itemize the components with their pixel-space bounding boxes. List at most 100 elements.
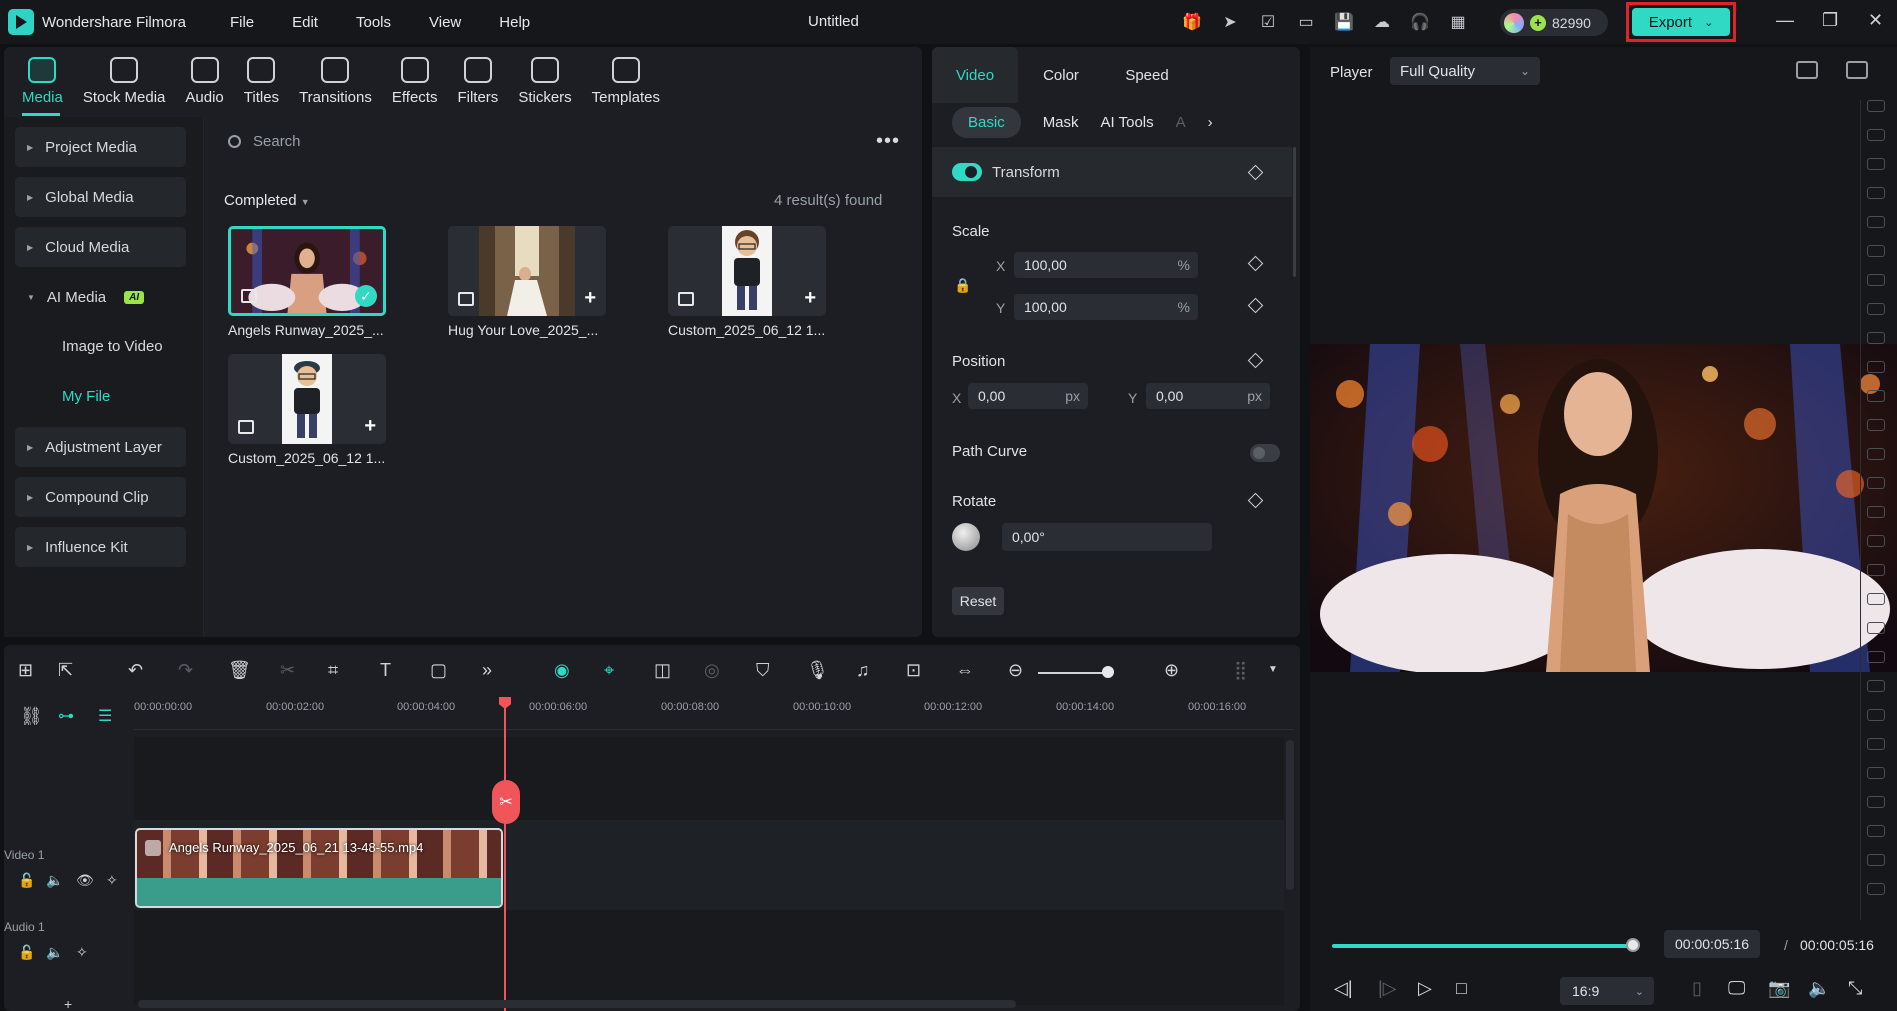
zoom-knob[interactable] [1102,666,1114,678]
cloud-icon[interactable]: ☁ [1370,10,1394,34]
media-thumb-hug-your-love[interactable]: + [448,226,606,316]
tab-stickers[interactable]: Stickers [518,47,572,117]
redo-icon[interactable]: ↷ [178,660,193,681]
filter-dropdown[interactable]: Completed ▼ [224,192,310,209]
tab-color[interactable]: Color [1018,47,1104,103]
lock-icon[interactable]: 🔓 [18,944,35,961]
tab-titles[interactable]: Titles [244,47,279,117]
tasks-icon[interactable]: ☑ [1256,10,1280,34]
link-icon[interactable]: ⊶ [58,706,74,726]
playback-progress[interactable] [1332,944,1632,948]
keyframe-diamond-icon[interactable] [1247,297,1264,314]
track-manage-icon[interactable]: ☰ [98,706,112,726]
sidebar-item-cloud-media[interactable]: ▶ Cloud Media [15,227,186,267]
undo-icon[interactable]: ↶ [128,660,143,681]
timeline-hscrollbar[interactable] [138,1000,1016,1008]
subtab-mask[interactable]: Mask [1043,114,1079,131]
effect-toggle-icon[interactable]: ✧ [76,944,88,961]
tab-speed[interactable]: Speed [1104,47,1190,103]
snapshot-icon[interactable]: 📷 [1768,978,1790,999]
fullscreen-icon[interactable]: ⤡ [1848,978,1862,999]
avatar[interactable] [1504,12,1524,33]
aspect-ratio-dropdown[interactable]: 16:9 ⌄ [1560,977,1654,1005]
volume-icon[interactable]: 🔈 [1808,978,1830,999]
subtab-more[interactable]: A [1176,114,1186,131]
next-frame-icon[interactable]: |▷ [1378,978,1397,999]
tab-stock-media[interactable]: Stock Media [83,47,165,117]
layout-grid-icon[interactable]: ⊞ [18,660,33,681]
fit-icon[interactable]: ⇔ [956,660,974,681]
current-time[interactable]: 00:00:05:16 [1664,930,1760,958]
export-button[interactable]: Export ⌄ [1632,8,1730,36]
tab-audio[interactable]: Audio [185,47,224,117]
timeline-clip[interactable]: Angels Runway_2025_06_21 13-48-55.mp4 [135,828,503,908]
camera-track-icon[interactable]: ◫ [654,660,671,681]
split-scissors-icon[interactable]: ✂ [492,780,520,824]
mute-icon[interactable]: 🔈 [46,872,63,889]
transform-toggle[interactable] [952,163,982,181]
add-icon[interactable]: + [804,287,816,310]
video-preview[interactable] [1310,344,1897,672]
sidebar-item-ai-media[interactable]: ▼ AI Media AI [15,277,186,317]
tab-templates[interactable]: Templates [592,47,660,117]
gift-icon[interactable]: 🎁 [1180,10,1204,34]
chevron-down-icon[interactable]: ⌄ [1704,16,1713,29]
phone-icon[interactable]: ▯ [1692,978,1702,999]
sidebar-sub-my-file[interactable]: My File [62,388,110,405]
lock-icon[interactable]: 🔓 [18,872,35,889]
scale-y-field[interactable]: 100,00% [1014,294,1198,320]
properties-scrollbar[interactable] [1293,147,1296,277]
tab-media[interactable]: Media [22,47,63,117]
menu-edit[interactable]: Edit [292,14,318,31]
sidebar-item-adjustment-layer[interactable]: ▶ Adjustment Layer [15,427,186,467]
compare-view-icon[interactable] [1796,61,1818,79]
zoom-in-icon[interactable]: ⊕ [1164,660,1179,681]
panel-layout-icon[interactable]: ⣿ [1234,660,1247,681]
credits-badge[interactable]: + 82990 [1500,9,1608,36]
caret-down-icon[interactable]: ▼ [1268,664,1278,675]
reset-button[interactable]: Reset [952,587,1004,615]
menu-view[interactable]: View [429,14,461,31]
close-icon[interactable]: ✕ [1868,10,1883,31]
add-icon[interactable]: + [364,415,376,438]
path-curve-toggle[interactable] [1250,444,1280,462]
microphone-icon[interactable]: 🎙 [806,660,829,681]
rotate-field[interactable]: 0,00° [1002,523,1212,551]
tab-transitions[interactable]: Transitions [299,47,372,117]
more-tools-icon[interactable]: » [482,660,492,681]
display-icon[interactable]: 🖵 [1728,978,1745,999]
transform-section[interactable]: Transform [932,147,1292,197]
position-y-field[interactable]: 0,00 px [1146,383,1270,409]
clip-settings-icon[interactable]: ⊡ [906,660,921,681]
chevron-right-icon[interactable]: › [1208,114,1213,131]
prev-frame-icon[interactable]: ◁| [1334,978,1353,999]
media-thumb-custom-2[interactable]: + [228,354,386,444]
keyframe-diamond-icon[interactable] [1247,492,1264,509]
audio-list-icon[interactable]: ♫ [856,660,870,681]
speed-icon[interactable]: ◎ [704,660,720,681]
sidebar-item-influence-kit[interactable]: ▶ Influence Kit [15,527,186,567]
menu-tools[interactable]: Tools [356,14,391,31]
sidebar-sub-image-to-video[interactable]: Image to Video [62,338,163,355]
search-input[interactable]: Search [228,133,301,150]
shield-icon[interactable]: ⛉ [756,660,770,681]
tab-video[interactable]: Video [932,47,1018,103]
unlink-icon[interactable]: ⛓ [20,706,43,727]
shape-icon[interactable]: ▢ [430,660,447,681]
tab-filters[interactable]: Filters [457,47,498,117]
cut-icon[interactable]: ✂ [280,660,295,681]
crop-icon[interactable]: ⌗ [328,660,338,681]
add-track-icon[interactable]: + [64,996,72,1011]
snap-icon[interactable]: ⌖ [604,660,614,681]
ai-assistant-icon[interactable]: ◉ [554,660,570,681]
send-icon[interactable]: ➤ [1218,10,1242,34]
timeline-vscrollbar[interactable] [1286,740,1294,890]
delete-icon[interactable]: 🗑 [228,660,251,681]
keyframe-diamond-icon[interactable] [1247,255,1264,272]
restore-icon[interactable]: ❐ [1822,10,1838,31]
subtab-basic[interactable]: Basic [952,107,1021,138]
scale-x-field[interactable]: 100,00% [1014,252,1198,278]
add-icon[interactable]: + [584,287,596,310]
stop-icon[interactable]: □ [1456,978,1467,999]
text-icon[interactable]: T [380,660,391,681]
